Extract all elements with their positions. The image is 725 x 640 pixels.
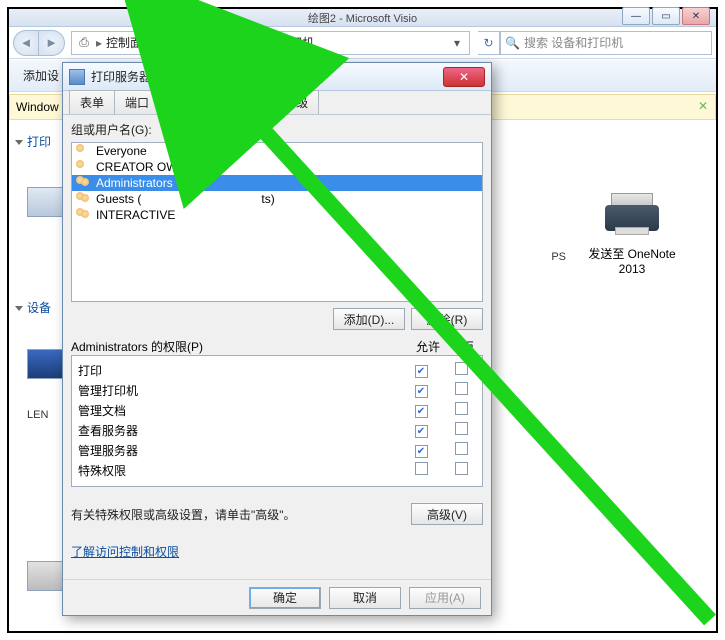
permission-row: 查看服务器 bbox=[78, 420, 476, 440]
group-icon bbox=[76, 208, 92, 222]
section-printers-heading[interactable]: 打印 bbox=[15, 133, 51, 150]
remove-user-button[interactable]: 删除(R) bbox=[411, 308, 483, 330]
tab-drivers[interactable]: 驱动程序 bbox=[159, 90, 229, 114]
apply-button[interactable]: 应用(A) bbox=[409, 587, 481, 609]
col-deny: 拒 bbox=[453, 338, 483, 355]
permission-name: 管理服务器 bbox=[78, 442, 396, 459]
window-min-button[interactable]: — bbox=[622, 7, 650, 25]
group-icon bbox=[76, 176, 92, 190]
add-user-button[interactable]: 添加(D)... bbox=[333, 308, 405, 330]
dialog-footer: 确定 取消 应用(A) bbox=[63, 579, 491, 615]
dialog-title: 打印服务器 属性 bbox=[91, 68, 443, 85]
list-item: Everyone bbox=[72, 143, 482, 159]
deny-checkbox[interactable] bbox=[455, 382, 468, 395]
crumb-2[interactable]: 设备和打印机 bbox=[242, 34, 314, 51]
user-icon bbox=[76, 160, 92, 174]
permission-row: 管理打印机 bbox=[78, 380, 476, 400]
deny-checkbox[interactable] bbox=[455, 422, 468, 435]
allow-checkbox[interactable] bbox=[415, 405, 428, 418]
deny-checkbox[interactable] bbox=[455, 442, 468, 455]
dialog-tabstrip: 表单 端口 驱动程序 安全 高级 bbox=[63, 91, 491, 115]
list-item: INTERACTIVE bbox=[72, 207, 482, 223]
permission-name: 管理打印机 bbox=[78, 382, 396, 399]
allow-checkbox[interactable] bbox=[415, 445, 428, 458]
allow-checkbox[interactable] bbox=[415, 365, 428, 378]
search-icon: 🔍 bbox=[505, 36, 520, 50]
search-placeholder: 搜索 设备和打印机 bbox=[524, 34, 623, 51]
users-listbox[interactable]: Everyone CREATOR OWNER Administrators Gu… bbox=[71, 142, 483, 302]
printer-onenote[interactable]: 发送至 OneNote 2013 bbox=[572, 189, 692, 276]
deny-checkbox[interactable] bbox=[455, 462, 468, 475]
crumb-1[interactable]: 硬件和声音 bbox=[168, 34, 228, 51]
permissions-title: Administrators 的权限(P) bbox=[71, 338, 403, 355]
permission-row: 打印 bbox=[78, 360, 476, 380]
deny-checkbox[interactable] bbox=[455, 362, 468, 375]
dialog-titlebar[interactable]: 打印服务器 属性 ✕ bbox=[63, 63, 491, 91]
list-item: CREATOR OWNER bbox=[72, 159, 482, 175]
monitor-thumb[interactable] bbox=[27, 349, 65, 379]
user-icon bbox=[76, 144, 92, 158]
tab-ports[interactable]: 端口 bbox=[114, 90, 160, 114]
nav-back-button[interactable]: ◄ bbox=[13, 30, 39, 56]
permission-row: 管理服务器 bbox=[78, 440, 476, 460]
breadcrumb[interactable]: ⎙ ▸控制面板 ▸硬件和声音 ▸设备和打印机 ▾ bbox=[71, 31, 470, 55]
permission-name: 打印 bbox=[78, 362, 396, 379]
tab-advanced[interactable]: 高级 bbox=[273, 90, 319, 114]
permission-row: 特殊权限 bbox=[78, 460, 476, 480]
refresh-button[interactable]: ↻ bbox=[478, 31, 500, 55]
info-bar-text: Window bbox=[16, 100, 59, 114]
search-input[interactable]: 🔍 搜索 设备和打印机 bbox=[500, 31, 712, 55]
printer-label-ps: PS bbox=[551, 251, 566, 263]
printer-thumb-1[interactable] bbox=[27, 187, 65, 217]
window-max-button[interactable]: ▭ bbox=[652, 7, 680, 25]
permission-name: 查看服务器 bbox=[78, 422, 396, 439]
cancel-button[interactable]: 取消 bbox=[329, 587, 401, 609]
allow-checkbox[interactable] bbox=[415, 425, 428, 438]
info-bar-close-icon[interactable]: ✕ bbox=[695, 99, 711, 115]
permission-row: 管理文档 bbox=[78, 400, 476, 420]
permission-name: 特殊权限 bbox=[78, 462, 396, 479]
permissions-table: 打印管理打印机管理文档查看服务器管理服务器特殊权限 bbox=[71, 355, 483, 487]
allow-checkbox[interactable] bbox=[415, 385, 428, 398]
col-allow: 允许 bbox=[403, 338, 453, 355]
device-label-len: LEN bbox=[27, 409, 48, 421]
breadcrumb-root-icon[interactable]: ⎙ bbox=[76, 35, 92, 50]
breadcrumb-dropdown-icon[interactable]: ▾ bbox=[449, 36, 465, 50]
device-thumb-bottom[interactable] bbox=[27, 561, 65, 591]
window-close-button[interactable]: ✕ bbox=[682, 7, 710, 25]
dialog-close-button[interactable]: ✕ bbox=[443, 67, 485, 87]
ok-button[interactable]: 确定 bbox=[249, 587, 321, 609]
advanced-button[interactable]: 高级(V) bbox=[411, 503, 483, 525]
collapse-icon bbox=[15, 306, 23, 311]
onenote-label-1: 发送至 OneNote bbox=[572, 245, 692, 262]
nav-forward-button[interactable]: ► bbox=[39, 30, 65, 56]
section-devices-heading[interactable]: 设备 bbox=[15, 299, 51, 316]
group-icon bbox=[76, 192, 92, 206]
learn-access-control-link[interactable]: 了解访问控制和权限 bbox=[71, 543, 179, 560]
permissions-header: Administrators 的权限(P) 允许 拒 bbox=[71, 338, 483, 355]
collapse-icon bbox=[15, 140, 23, 145]
app-title: 绘图2 - Microsoft Visio bbox=[308, 10, 417, 26]
onenote-label-2: 2013 bbox=[572, 262, 692, 276]
tab-forms[interactable]: 表单 bbox=[69, 90, 115, 114]
app-titlebar: 绘图2 - Microsoft Visio — ▭ ✕ bbox=[9, 9, 716, 27]
list-item: Guests (ts) bbox=[72, 191, 482, 207]
advanced-hint: 有关特殊权限或高级设置，请单击"高级"。 bbox=[71, 506, 411, 523]
permission-name: 管理文档 bbox=[78, 402, 396, 419]
list-item-selected: Administrators bbox=[72, 175, 482, 191]
deny-checkbox[interactable] bbox=[455, 402, 468, 415]
explorer-nav: ◄ ► ⎙ ▸控制面板 ▸硬件和声音 ▸设备和打印机 ▾ ↻ 🔍 搜索 设备和打… bbox=[9, 27, 716, 59]
group-users-label: 组或用户名(G): bbox=[71, 121, 483, 138]
crumb-0[interactable]: 控制面板 bbox=[106, 34, 154, 51]
tab-security[interactable]: 安全 bbox=[228, 91, 274, 115]
print-server-properties-dialog: 打印服务器 属性 ✕ 表单 端口 驱动程序 安全 高级 组或用户名(G): Ev… bbox=[62, 62, 492, 616]
dialog-icon bbox=[69, 69, 85, 85]
toolbar-add-device[interactable]: 添加设 bbox=[17, 63, 65, 88]
printer-icon bbox=[597, 189, 667, 239]
allow-checkbox[interactable] bbox=[415, 462, 428, 475]
